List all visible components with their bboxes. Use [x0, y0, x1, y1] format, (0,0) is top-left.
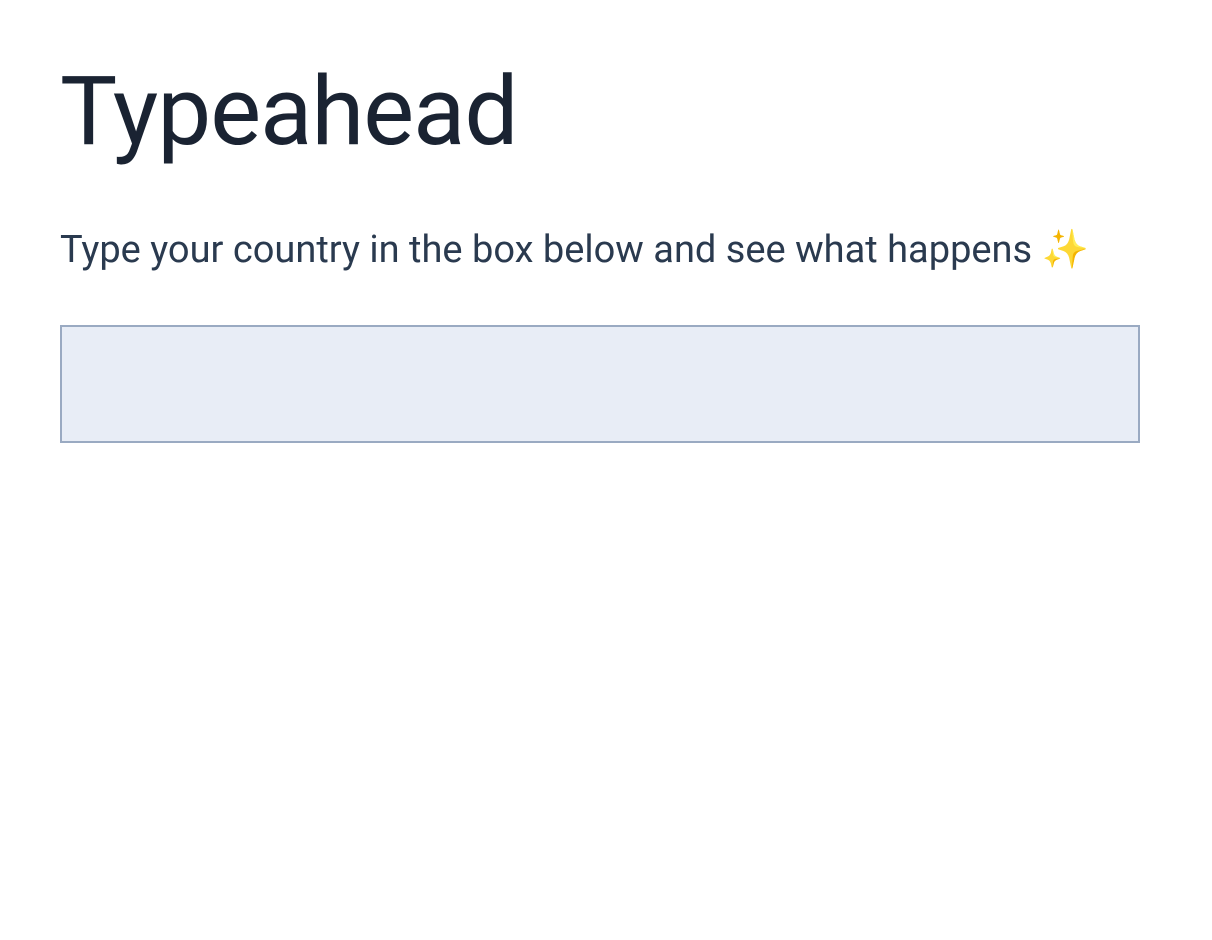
sparkle-icon: ✨	[1042, 228, 1089, 272]
page-title: Typeahead	[60, 60, 1152, 166]
page-subtitle: Type your country in the box below and s…	[60, 226, 1152, 275]
country-input[interactable]	[60, 325, 1140, 443]
subtitle-text: Type your country in the box below and s…	[60, 228, 1042, 272]
